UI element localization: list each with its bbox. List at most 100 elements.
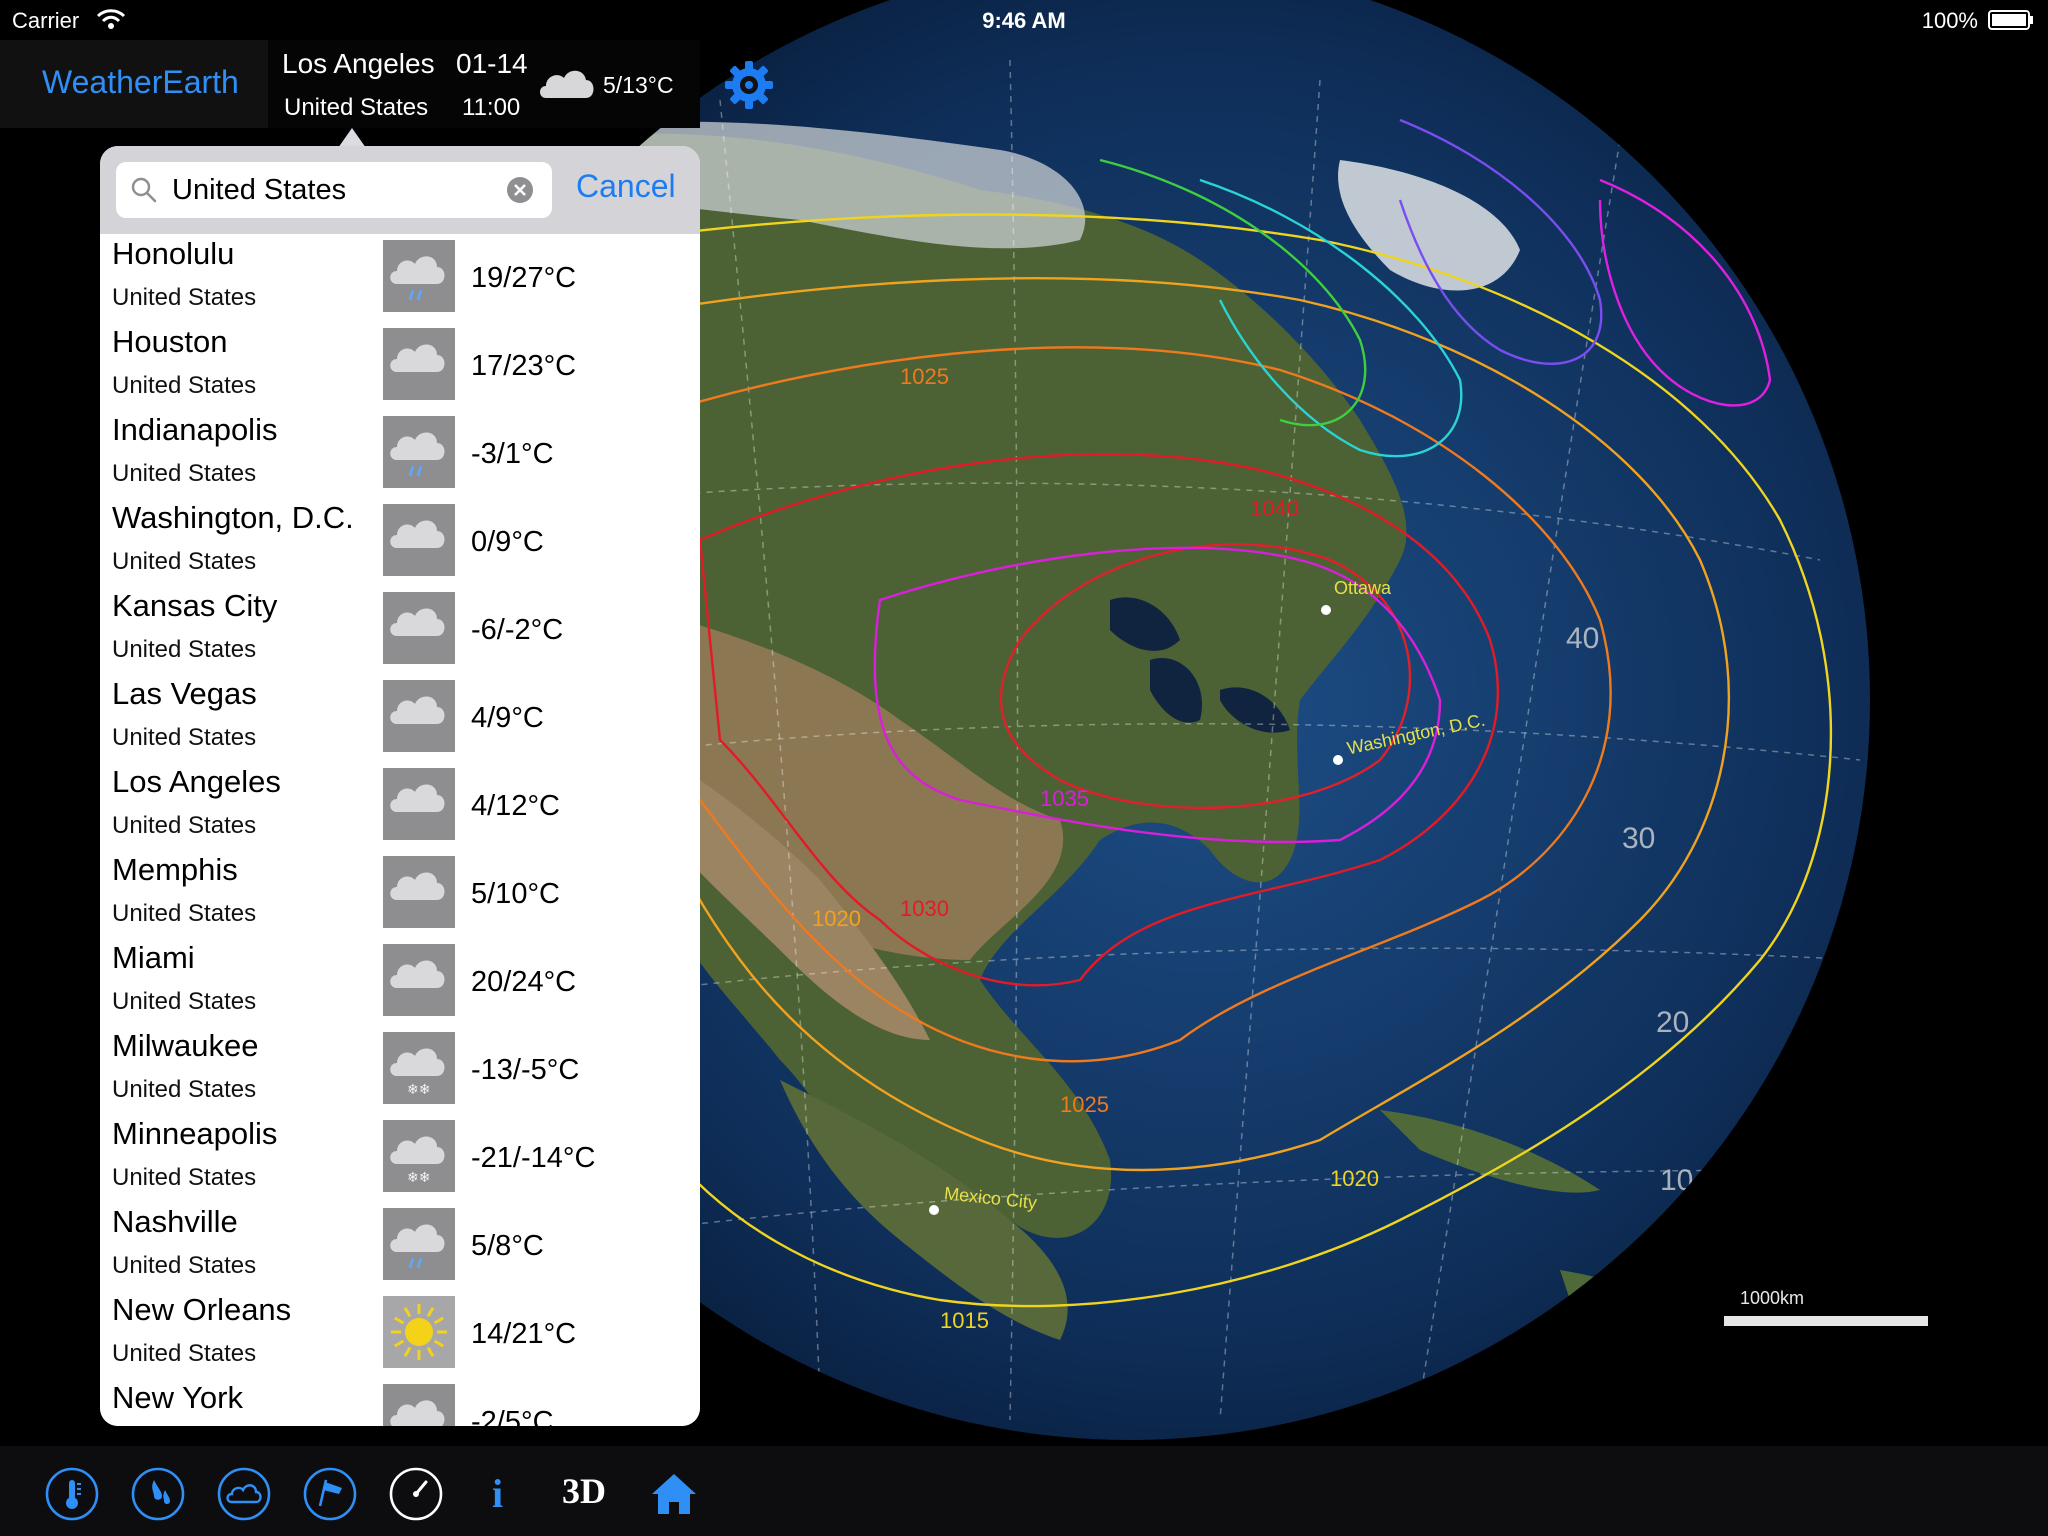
result-temp: -2/5°C bbox=[471, 1406, 554, 1426]
result-city: New Orleans bbox=[112, 1292, 292, 1327]
result-temp: 5/10°C bbox=[471, 878, 560, 910]
cloud-icon bbox=[390, 1400, 445, 1426]
current-country: United States bbox=[284, 94, 429, 121]
temperature-layer-button[interactable] bbox=[44, 1466, 100, 1522]
current-city-card[interactable]: Los Angeles 01-14 United States 11:00 5/… bbox=[268, 40, 700, 128]
result-country: United States bbox=[112, 372, 257, 399]
popover-pointer bbox=[338, 128, 366, 148]
snow-icon: ❄❄ bbox=[390, 1136, 445, 1186]
result-temp: 4/12°C bbox=[471, 790, 560, 822]
battery-icon bbox=[1988, 10, 2033, 30]
sun-icon bbox=[383, 1296, 455, 1368]
result-row[interactable]: Los Angeles United States 4/12°C bbox=[100, 762, 700, 851]
result-weather-icon bbox=[383, 1208, 455, 1280]
result-country: United States bbox=[112, 812, 257, 839]
clear-search-icon[interactable] bbox=[506, 176, 534, 204]
precipitation-layer-button[interactable] bbox=[130, 1466, 186, 1522]
map-label-ottawa[interactable]: Ottawa bbox=[1334, 578, 1391, 599]
result-temp: 4/9°C bbox=[471, 702, 544, 734]
thermometer-icon bbox=[45, 1467, 99, 1521]
result-city: Las Vegas bbox=[112, 676, 257, 711]
rain-icon bbox=[390, 432, 445, 477]
result-city: New York bbox=[112, 1380, 243, 1415]
latitude-label: 30 bbox=[1622, 822, 1655, 855]
home-button[interactable] bbox=[646, 1466, 702, 1522]
result-country: United States bbox=[112, 900, 257, 927]
result-weather-icon bbox=[383, 328, 455, 400]
result-weather-icon: ❄❄ bbox=[383, 1120, 455, 1192]
search-box[interactable] bbox=[116, 162, 552, 218]
cloud-icon bbox=[390, 520, 445, 548]
3d-mode-button[interactable]: 3D bbox=[562, 1470, 606, 1512]
result-city: Nashville bbox=[112, 1204, 238, 1239]
cancel-button[interactable]: Cancel bbox=[576, 168, 676, 205]
cloud-icon bbox=[390, 872, 445, 900]
current-temp: 5/13°C bbox=[603, 72, 674, 98]
result-city: Indianapolis bbox=[112, 412, 278, 447]
current-date: 01-14 bbox=[456, 48, 528, 79]
result-weather-icon bbox=[383, 592, 455, 664]
cloud-icon bbox=[390, 696, 445, 724]
scale-label: 1000km bbox=[1740, 1288, 1805, 1308]
pressure-layer-button[interactable] bbox=[388, 1466, 444, 1522]
status-bar: Carrier 9:46 AM 100% bbox=[0, 0, 2048, 40]
isobar-label: 1040 bbox=[1250, 496, 1299, 521]
search-results-list[interactable]: Honolulu United States 19/27°C Houston Unite… bbox=[100, 234, 700, 1426]
result-temp: 14/21°C bbox=[471, 1318, 577, 1350]
result-row[interactable]: Honolulu United States 19/27°C bbox=[100, 234, 700, 323]
result-row[interactable]: Houston United States 17/23°C bbox=[100, 322, 700, 411]
result-weather-icon bbox=[383, 240, 455, 312]
result-row[interactable]: Washington, D.C. United States 0/9°C bbox=[100, 498, 700, 587]
result-city: Memphis bbox=[112, 852, 238, 887]
result-row[interactable]: Memphis United States 5/10°C bbox=[100, 850, 700, 939]
cloud-layer-button[interactable] bbox=[216, 1466, 272, 1522]
result-row[interactable]: New Orleans United States 14/21°C bbox=[100, 1290, 700, 1379]
search-input[interactable] bbox=[172, 170, 492, 210]
snow-icon: ❄❄ bbox=[390, 1048, 445, 1098]
result-city: Los Angeles bbox=[112, 764, 281, 799]
isobar-label: 1025 bbox=[1060, 1092, 1109, 1117]
result-weather-icon bbox=[383, 416, 455, 488]
result-country: United States bbox=[112, 548, 257, 575]
result-row[interactable]: Indianapolis United States -3/1°C bbox=[100, 410, 700, 499]
result-country: United States bbox=[112, 724, 257, 751]
gear-icon[interactable] bbox=[722, 58, 776, 112]
result-row[interactable]: Milwaukee United States ❄❄ -13/-5°C bbox=[100, 1026, 700, 1115]
result-city: Milwaukee bbox=[112, 1028, 259, 1063]
result-weather-icon: ❄❄ bbox=[383, 1032, 455, 1104]
result-country: United States bbox=[112, 1252, 257, 1279]
result-city: Honolulu bbox=[112, 236, 235, 271]
cloud-icon bbox=[217, 1467, 271, 1521]
result-city: Minneapolis bbox=[112, 1116, 278, 1151]
result-temp: 17/23°C bbox=[471, 350, 577, 382]
search-header: Cancel bbox=[100, 146, 700, 234]
result-temp: -21/-14°C bbox=[471, 1142, 596, 1174]
result-row[interactable]: Las Vegas United States 4/9°C bbox=[100, 674, 700, 763]
isobar-label: 1020 bbox=[812, 906, 861, 931]
rain-icon bbox=[390, 1224, 445, 1269]
result-row[interactable]: Kansas City United States -6/-2°C bbox=[100, 586, 700, 675]
result-row[interactable]: Nashville United States 5/8°C bbox=[100, 1202, 700, 1291]
result-weather-icon bbox=[383, 1384, 455, 1426]
result-row[interactable]: Miami United States 20/24°C bbox=[100, 938, 700, 1027]
isobar-label: 1035 bbox=[1040, 786, 1089, 811]
result-temp: -13/-5°C bbox=[471, 1054, 580, 1086]
isobar-label: 1030 bbox=[900, 896, 949, 921]
result-weather-icon bbox=[383, 680, 455, 752]
latitude-label: 40 bbox=[1566, 622, 1599, 655]
app-brand[interactable]: WeatherEarth bbox=[42, 64, 239, 101]
result-row[interactable]: New YorkUnited States-2/5°C bbox=[100, 1378, 700, 1426]
result-country: United States bbox=[112, 460, 257, 487]
info-button[interactable]: i bbox=[492, 1470, 503, 1517]
result-temp: -3/1°C bbox=[471, 438, 554, 470]
raindrop-icon bbox=[131, 1467, 185, 1521]
rain-icon bbox=[390, 256, 445, 301]
result-country: United States bbox=[112, 1076, 257, 1103]
isobar-label: 1020 bbox=[1330, 1166, 1379, 1191]
result-country: United States bbox=[112, 988, 257, 1015]
result-city: Kansas City bbox=[112, 588, 278, 623]
result-weather-icon bbox=[383, 504, 455, 576]
wind-layer-button[interactable] bbox=[302, 1466, 358, 1522]
result-row[interactable]: Minneapolis United States ❄❄ -21/-14°C bbox=[100, 1114, 700, 1203]
city-search-popover: Cancel Honolulu United States 19/27°C Houst… bbox=[100, 146, 700, 1426]
